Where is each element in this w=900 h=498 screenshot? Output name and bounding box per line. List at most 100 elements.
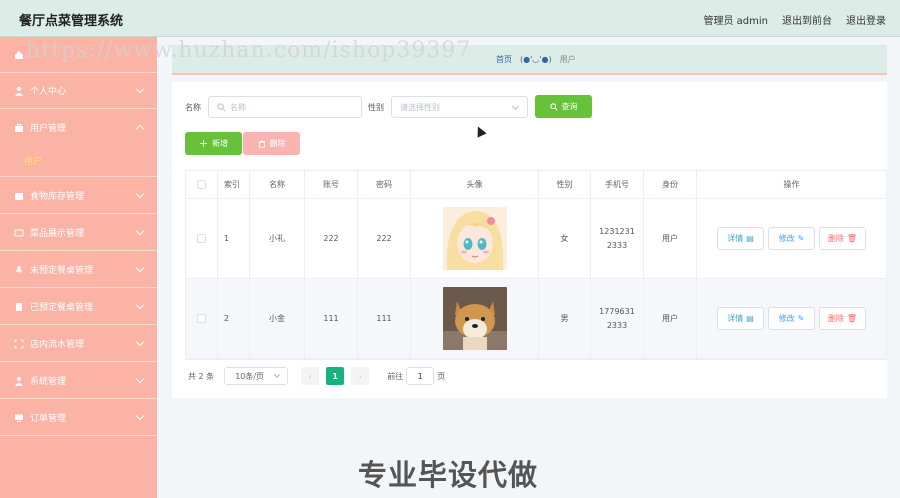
gender-placeholder: 请选择性别	[400, 102, 440, 112]
breadcrumb-home[interactable]: 首页	[496, 54, 512, 65]
header-actions: 操作	[783, 180, 800, 189]
add-button[interactable]: + 新增	[185, 132, 242, 155]
cell-account: 111	[305, 279, 358, 358]
sidebar-item-dishes[interactable]: 菜品展示管理	[0, 215, 157, 251]
chevron-down-icon	[135, 226, 145, 236]
batch-delete-button[interactable]: 删除	[243, 132, 300, 155]
sidebar-item-orders[interactable]: 订单管理	[0, 400, 157, 436]
select-all-cell	[186, 171, 218, 198]
shiba-dog-avatar	[442, 287, 507, 350]
select-all-checkbox[interactable]	[197, 180, 206, 189]
expand-icon	[14, 339, 24, 349]
document-icon: ▤	[746, 234, 754, 243]
sidebar-subitem-user[interactable]: 用户	[0, 145, 157, 177]
row-checkbox[interactable]	[197, 314, 206, 323]
prev-page-button[interactable]: ‹	[301, 367, 320, 385]
app-title: 餐厅点菜管理系统	[19, 14, 124, 29]
detail-button[interactable]: 详情 ▤	[717, 307, 764, 330]
document-icon: ▤	[746, 314, 754, 323]
chevron-down-icon	[135, 337, 145, 347]
chevron-down-icon	[511, 102, 520, 111]
edit-button[interactable]: 修改 ✎	[768, 227, 815, 250]
back-to-front-link[interactable]: 退出到前台	[782, 12, 832, 27]
mic-icon	[14, 265, 24, 275]
search-row: 名称 名称 性别 请选择性别	[185, 95, 528, 119]
breadcrumb-current: 用户	[559, 54, 576, 64]
name-search-input[interactable]: 名称	[208, 96, 362, 118]
name-placeholder: 名称	[230, 102, 246, 112]
sidebar: 个人中心 用户管理 用户 食物库存管理 菜品展示管理 未预定餐桌管理 已预定餐桌…	[0, 37, 157, 498]
home-icon	[14, 50, 24, 60]
page-number-button[interactable]: 1	[326, 367, 345, 385]
logout-link[interactable]: 退出登录	[846, 12, 886, 27]
cell-password: 222	[358, 199, 411, 278]
detail-button[interactable]: 详情 ▤	[717, 227, 764, 250]
search-button-label: 查询	[561, 102, 578, 111]
edit-button[interactable]: 修改 ✎	[768, 307, 815, 330]
detail-label: 详情	[727, 234, 744, 243]
delete-button-label: 删除	[269, 139, 286, 148]
chevron-down-icon	[135, 84, 145, 94]
box-icon	[14, 191, 24, 201]
sidebar-item-personal[interactable]: 个人中心	[0, 73, 157, 109]
gender-select[interactable]: 请选择性别	[391, 96, 528, 118]
cell-role: 用户	[644, 199, 697, 278]
cell-index: 2	[218, 279, 250, 358]
trash-icon: 🗑	[846, 314, 858, 323]
sidebar-item-booked-tables[interactable]: 已预定餐桌管理	[0, 289, 157, 325]
sidebar-item-label: 未预定餐桌管理	[30, 266, 94, 276]
header-index: 索引	[218, 171, 250, 198]
anime-girl-avatar	[442, 207, 507, 270]
header-role: 身份	[644, 171, 697, 198]
admin-label: 管理员 admin	[703, 16, 768, 27]
trash-icon	[258, 139, 265, 148]
delete-label: 删除	[827, 234, 844, 243]
header-phone: 手机号	[591, 171, 644, 198]
cell-gender: 女	[539, 199, 591, 278]
cell-gender: 男	[539, 279, 591, 358]
table-row: 2 小金 111 111 男 17796312333 用户 详情 ▤ 修改 ✎ …	[186, 279, 886, 359]
cell-password: 111	[358, 279, 411, 358]
sidebar-item-label: 系统管理	[30, 377, 67, 387]
monitor-icon	[14, 413, 24, 423]
user-icon	[14, 86, 24, 96]
row-checkbox[interactable]	[197, 234, 206, 243]
page-size-select[interactable]: 10条/页	[224, 367, 289, 385]
add-button-label: 新增	[212, 139, 229, 148]
delete-button[interactable]: 删除 🗑	[819, 227, 866, 250]
sidebar-item-cashflow[interactable]: 店内流水管理	[0, 326, 157, 362]
sidebar-item-stock[interactable]: 食物库存管理	[0, 178, 157, 214]
plus-icon: +	[198, 137, 209, 150]
search-button[interactable]: 查询	[535, 95, 592, 118]
total-count: 共 2 条	[188, 371, 215, 381]
chevron-up-icon	[135, 124, 145, 134]
watermark-bottom: 专业毕设代做	[358, 458, 539, 492]
detail-label: 详情	[727, 314, 744, 323]
delete-button[interactable]: 删除 🗑	[819, 307, 866, 330]
cell-actions: 详情 ▤ 修改 ✎ 删除 🗑	[697, 279, 886, 358]
sidebar-item-label: 订单管理	[30, 414, 67, 424]
delete-label: 删除	[827, 314, 844, 323]
cell-phone-wrap: 17796312333	[591, 279, 644, 358]
sidebar-item-system[interactable]: 系统管理	[0, 363, 157, 399]
main-panel: 名称 名称 性别 请选择性别 查询 + 新增 删除 索引 名称 账号 密码 头像…	[172, 82, 887, 398]
cell-role: 用户	[644, 279, 697, 358]
chevron-down-icon	[274, 372, 281, 378]
pagination: 共 2 条 10条/页 ‹ 1 › 前往 1 页	[188, 367, 445, 385]
cell-phone-wrap: 12312312333	[591, 199, 644, 278]
edit-label: 修改	[778, 314, 795, 323]
goto-page-input[interactable]: 1	[406, 367, 435, 385]
page-size-value: 10条/页	[235, 371, 265, 381]
user-table: 索引 名称 账号 密码 头像 性别 手机号 身份 操作 1 小礼 222 222	[185, 170, 887, 360]
table-header-row: 索引 名称 账号 密码 头像 性别 手机号 身份 操作	[186, 171, 886, 199]
top-links: 管理员 admin 退出到前台 退出登录	[703, 12, 886, 27]
breadcrumb-emoticon: (●'◡'●)	[520, 54, 552, 64]
chat-icon	[14, 228, 24, 238]
cell-name: 小金	[250, 279, 305, 358]
goto-label: 前往	[387, 371, 404, 381]
sidebar-item-free-tables[interactable]: 未预定餐桌管理	[0, 252, 157, 288]
next-page-button[interactable]: ›	[351, 367, 370, 385]
cell-avatar	[411, 199, 539, 278]
sidebar-item-user-mgmt[interactable]: 用户管理	[0, 110, 157, 146]
search-icon	[217, 102, 226, 111]
